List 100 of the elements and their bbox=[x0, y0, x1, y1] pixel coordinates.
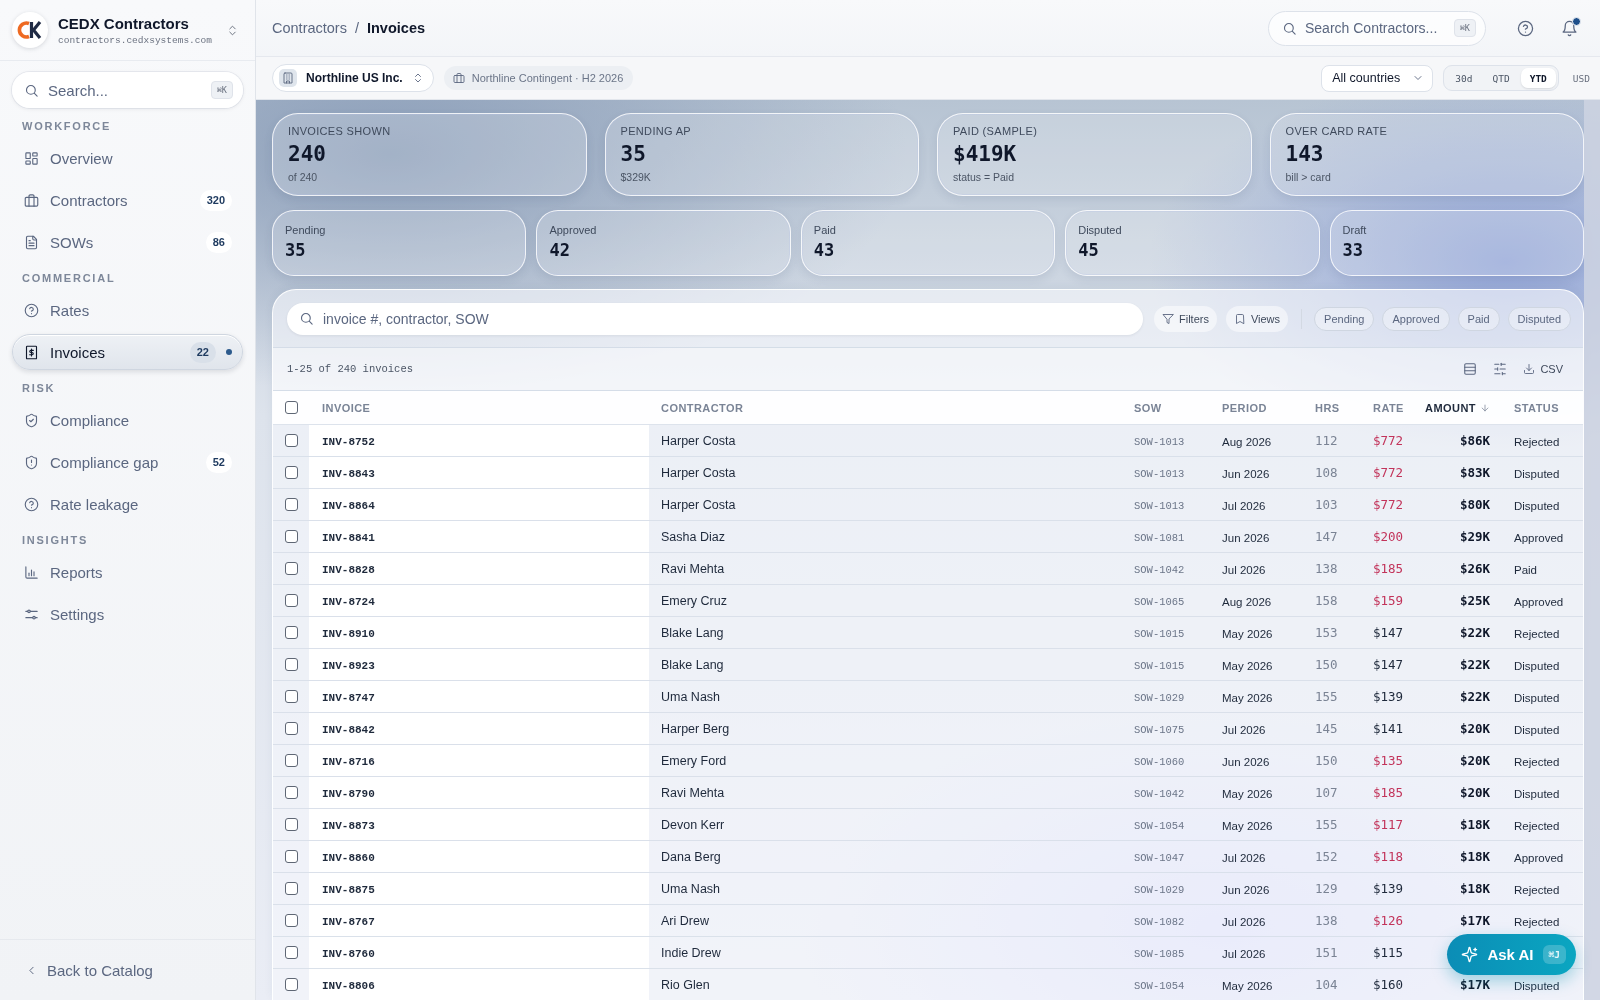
result-count: 1-25 of 240 invoices bbox=[287, 363, 414, 375]
table-cell-text: 107 bbox=[1314, 784, 1339, 802]
filter-chip[interactable]: Approved bbox=[1382, 306, 1450, 331]
column-header[interactable]: STATUS bbox=[1502, 391, 1583, 424]
nav-item[interactable]: Compliance bbox=[12, 402, 243, 438]
help-icon[interactable] bbox=[1517, 19, 1534, 37]
filter-chip[interactable]: Paid bbox=[1457, 306, 1500, 331]
row-checkbox[interactable] bbox=[284, 658, 298, 671]
column-header[interactable]: INVOICE bbox=[309, 391, 649, 424]
column-header[interactable]: SOW bbox=[1122, 391, 1210, 424]
row-checkbox[interactable] bbox=[284, 914, 298, 927]
filter-chip[interactable]: Disputed bbox=[1507, 306, 1571, 331]
nav-item[interactable]: Settings bbox=[12, 596, 243, 632]
column-header[interactable]: RATE bbox=[1361, 391, 1414, 424]
table-cell-text: Ravi Mehta bbox=[660, 784, 726, 802]
table-cell-text: 151 bbox=[1314, 944, 1339, 962]
nav-item[interactable]: Compliance gap 52 bbox=[12, 444, 243, 480]
column-header[interactable]: HRS bbox=[1303, 391, 1361, 424]
nav-item[interactable]: Reports bbox=[12, 554, 243, 590]
row-checkbox[interactable] bbox=[284, 434, 298, 447]
column-header[interactable]: AMOUNT bbox=[1414, 391, 1502, 424]
row-checkbox[interactable] bbox=[284, 850, 298, 863]
row-checkbox[interactable] bbox=[284, 626, 298, 639]
kpi-label: OVER CARD RATE bbox=[1285, 124, 1389, 138]
breadcrumb-current[interactable]: Invoices bbox=[367, 20, 425, 36]
table-cell-text: May 2026 bbox=[1221, 818, 1274, 834]
table-cell-text: $20K bbox=[1458, 752, 1491, 770]
row-checkbox[interactable] bbox=[284, 498, 298, 511]
nav-item[interactable]: Rate leakage bbox=[12, 486, 243, 522]
row-checkbox[interactable] bbox=[284, 594, 298, 607]
period-option[interactable]: YTD bbox=[1520, 68, 1556, 88]
table-cell: INV-8841 bbox=[309, 521, 649, 552]
back-link[interactable]: Back to Catalog bbox=[25, 961, 153, 979]
select-all-checkbox[interactable] bbox=[284, 401, 298, 414]
row-checkbox[interactable] bbox=[284, 786, 298, 799]
table-cell-text: Jul 2026 bbox=[1221, 722, 1267, 738]
table-cell-text: SOW-1013 bbox=[1133, 498, 1186, 514]
status-card[interactable]: Draft 33 bbox=[1329, 210, 1584, 276]
row-checkbox[interactable] bbox=[284, 882, 298, 895]
table-cell: INV-8806 bbox=[309, 969, 649, 1000]
row-checkbox[interactable] bbox=[284, 530, 298, 543]
dollar-document-icon bbox=[24, 344, 39, 360]
row-checkbox[interactable] bbox=[284, 722, 298, 735]
csv-button[interactable]: CSV bbox=[1523, 363, 1563, 375]
column-header[interactable]: PERIOD bbox=[1210, 391, 1303, 424]
views-button[interactable]: Views bbox=[1225, 305, 1289, 332]
table-cell-text: Rejected bbox=[1513, 914, 1561, 930]
nav-item[interactable]: Rates bbox=[12, 292, 243, 328]
filters-button[interactable]: Filters bbox=[1153, 305, 1217, 332]
row-checkbox[interactable] bbox=[284, 818, 298, 831]
table-cell-text: Jun 2026 bbox=[1221, 466, 1271, 482]
period-option[interactable]: 30d bbox=[1446, 68, 1482, 88]
table-cell-text: 108 bbox=[1314, 464, 1339, 482]
table-cell-text: SOW-1081 bbox=[1133, 530, 1186, 546]
filter-chip[interactable]: Pending bbox=[1314, 306, 1375, 331]
table-cell: INV-8875 bbox=[309, 873, 649, 904]
table-cell: INV-8747 bbox=[309, 681, 649, 712]
table-cell-text: May 2026 bbox=[1221, 786, 1274, 802]
table-cell-text: Blake Lang bbox=[660, 656, 725, 674]
nav-item[interactable]: Overview bbox=[12, 140, 243, 176]
table-cell: INV-8923 bbox=[309, 649, 649, 680]
status-card[interactable]: Disputed 45 bbox=[1065, 210, 1320, 276]
sliders-icon[interactable] bbox=[1493, 362, 1508, 376]
column-header[interactable]: CONTRACTOR bbox=[649, 391, 1122, 424]
table-cell-text: SOW-1047 bbox=[1133, 850, 1186, 866]
nav-item[interactable]: SOWs 86 bbox=[12, 224, 243, 260]
search-icon bbox=[24, 82, 39, 98]
row-checkbox[interactable] bbox=[284, 754, 298, 767]
nav-item[interactable]: Invoices 22 bbox=[12, 334, 243, 370]
nav-item[interactable]: Contractors 320 bbox=[12, 182, 243, 218]
count-badge: 320 bbox=[199, 189, 232, 211]
row-checkbox[interactable] bbox=[284, 946, 298, 959]
count-badge: 22 bbox=[189, 341, 216, 363]
bell-icon[interactable] bbox=[1561, 19, 1578, 37]
period-option[interactable]: QTD bbox=[1483, 68, 1519, 88]
entity-selector[interactable]: Northline US Inc. bbox=[272, 64, 434, 92]
table-cell-text: $20K bbox=[1458, 784, 1491, 802]
table-cell-text: Rejected bbox=[1513, 754, 1561, 770]
kpi-caption: of 240 bbox=[288, 170, 319, 184]
row-checkbox[interactable] bbox=[284, 978, 298, 991]
row-checkbox[interactable] bbox=[284, 690, 298, 703]
row-checkbox[interactable] bbox=[284, 562, 298, 575]
search-field[interactable]: invoice #, contractor, SOW bbox=[287, 302, 1143, 335]
ask-ai-button[interactable]: Ask AI ⌘J bbox=[1447, 934, 1576, 975]
table-cell-text: Disputed bbox=[1513, 658, 1561, 674]
breadcrumb-link[interactable]: Contractors bbox=[272, 20, 347, 36]
table-cell-text: Disputed bbox=[1513, 722, 1561, 738]
table-cell-text: Harper Costa bbox=[660, 432, 737, 450]
program-chip[interactable]: Northline Contingent · H2 2026 bbox=[443, 66, 634, 90]
table-cell-text: $772 bbox=[1372, 464, 1405, 482]
scrollbar[interactable] bbox=[1584, 100, 1600, 1000]
table-cell-text: $139 bbox=[1372, 880, 1405, 898]
rows-icon[interactable] bbox=[1463, 362, 1478, 376]
status-card[interactable]: Pending 35 bbox=[272, 210, 527, 276]
status-card[interactable]: Paid 43 bbox=[800, 210, 1056, 276]
table-cell-text: Sasha Diaz bbox=[660, 528, 726, 546]
row-checkbox[interactable] bbox=[284, 466, 298, 479]
status-card[interactable]: Approved 42 bbox=[536, 210, 791, 276]
table-cell-text: $18K bbox=[1458, 816, 1491, 834]
country-dropdown[interactable]: All countries bbox=[1321, 64, 1434, 92]
